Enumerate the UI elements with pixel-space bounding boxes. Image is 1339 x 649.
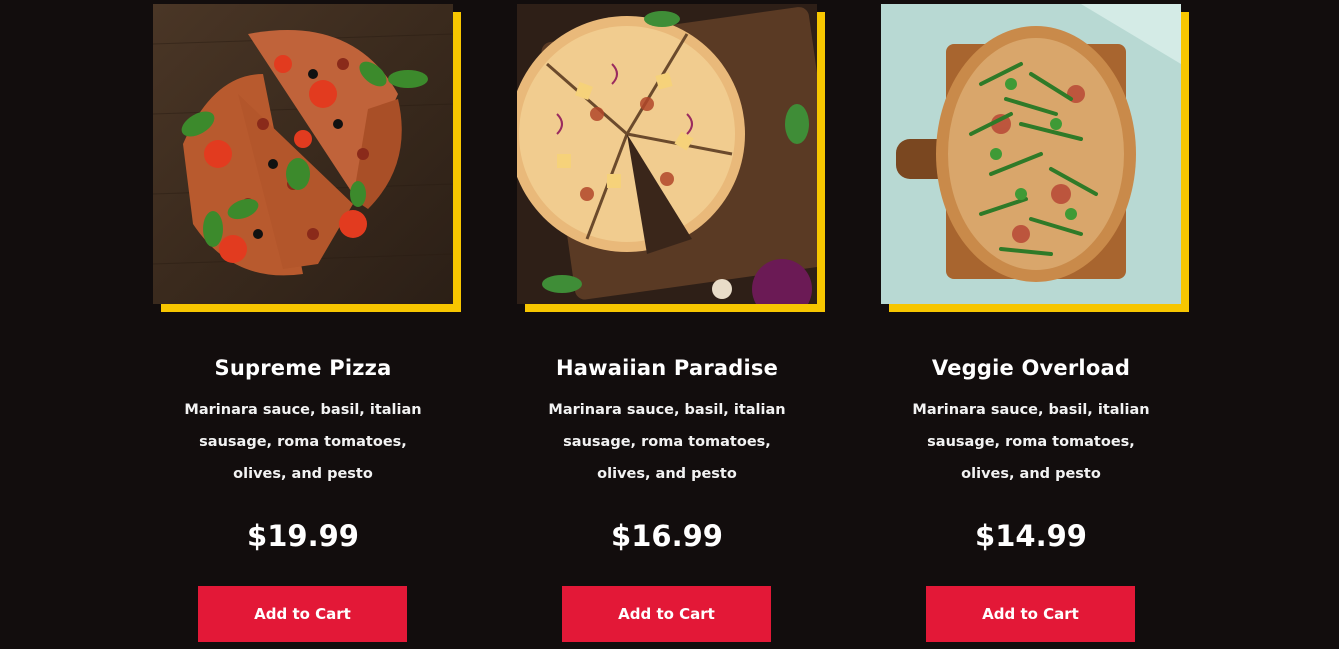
- product-name: Veggie Overload: [931, 356, 1131, 380]
- add-to-cart-button[interactable]: Add to Cart: [562, 586, 771, 642]
- product-name: Supreme Pizza: [214, 356, 392, 380]
- product-description: Marinara sauce, basil, italian sausage, …: [548, 402, 786, 482]
- hawaiian-pizza-photo: [517, 4, 817, 304]
- product-card-hawaiian: Hawaiian Paradise Marinara sauce, basil,…: [517, 0, 825, 642]
- menu-grid: Supreme Pizza Marinara sauce, basil, ita…: [0, 0, 1339, 649]
- product-photo-frame: [153, 4, 461, 312]
- veggie-pizza-photo: [881, 4, 1181, 304]
- product-photo-frame: [517, 4, 825, 312]
- add-to-cart-button[interactable]: Add to Cart: [198, 586, 407, 642]
- product-card-supreme: Supreme Pizza Marinara sauce, basil, ita…: [153, 0, 461, 642]
- product-card-veggie: Veggie Overload Marinara sauce, basil, i…: [881, 0, 1189, 642]
- product-description: Marinara sauce, basil, italian sausage, …: [184, 402, 422, 482]
- product-description: Marinara sauce, basil, italian sausage, …: [912, 402, 1150, 482]
- supreme-pizza-photo: [153, 4, 453, 304]
- product-price: $14.99: [975, 519, 1087, 553]
- product-price: $19.99: [247, 519, 359, 553]
- add-to-cart-button[interactable]: Add to Cart: [926, 586, 1135, 642]
- product-photo-frame: [881, 4, 1189, 312]
- product-price: $16.99: [611, 519, 723, 553]
- product-name: Hawaiian Paradise: [555, 356, 779, 380]
